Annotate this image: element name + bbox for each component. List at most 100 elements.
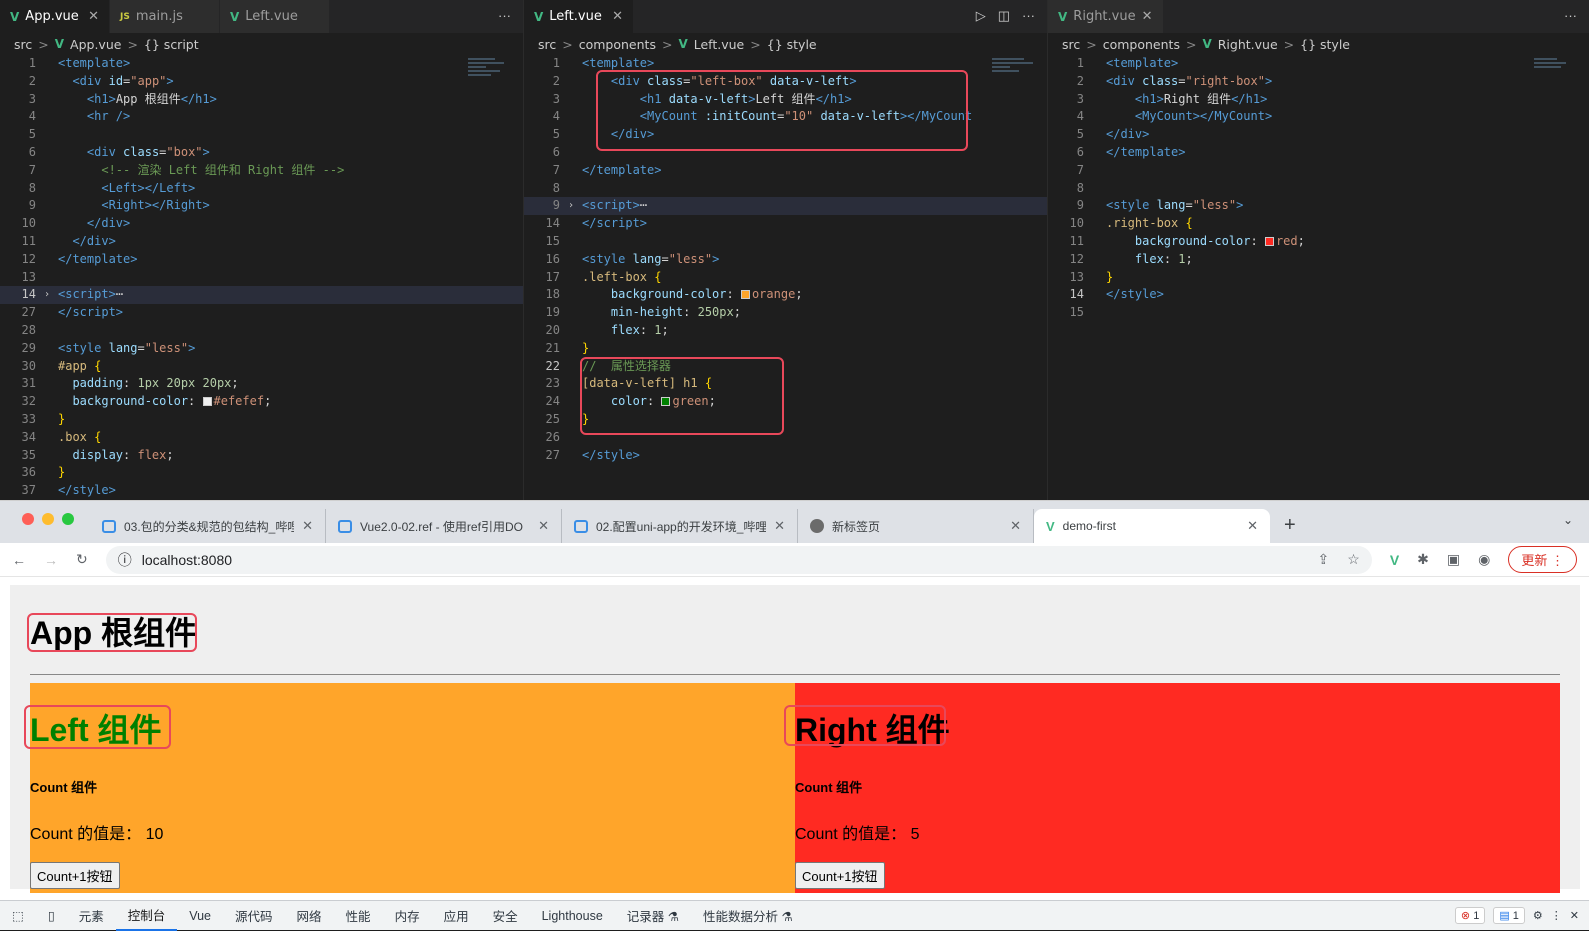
breadcrumb-item[interactable]: Right.vue [1218, 37, 1278, 52]
breadcrumb-item[interactable]: src [14, 37, 32, 52]
breadcrumb-item[interactable]: {} style [767, 37, 817, 52]
bilibili-icon [102, 519, 116, 533]
settings-gear-icon[interactable]: ⚙ [1533, 909, 1543, 922]
devtools-tab[interactable]: 性能数据分析 ⚗ [691, 901, 805, 931]
breadcrumb-item[interactable]: Left.vue [694, 37, 745, 52]
browser-tab[interactable]: Vue2.0-02.ref - 使用ref引用DO ✕ [326, 509, 562, 543]
devtools-tab[interactable]: Lighthouse [530, 901, 615, 931]
extensions-puzzle-icon[interactable]: ✱ [1417, 551, 1429, 568]
minimap[interactable] [992, 56, 1037, 106]
count-increment-button[interactable]: Count+1按钮 [30, 862, 120, 889]
tab-right-vue[interactable]: V Right.vue ✕ [1048, 0, 1164, 33]
browser-tab-title: Vue2.0-02.ref - 使用ref引用DO [360, 519, 523, 534]
browser-tab[interactable]: 03.包的分类&规范的包结构_哔哩 ✕ [90, 509, 326, 543]
close-icon[interactable]: ✕ [302, 518, 313, 534]
update-label: 更新 [1521, 553, 1548, 568]
bookmark-star-icon[interactable]: ☆ [1347, 551, 1360, 568]
divider [30, 674, 1560, 675]
devtools-tab[interactable]: 源代码 [223, 901, 285, 931]
chevron-down-icon[interactable]: ⌄ [1563, 513, 1573, 527]
browser-tab-active[interactable]: V demo-first ✕ [1034, 509, 1270, 543]
device-toolbar-icon[interactable]: ▯ [36, 901, 67, 931]
minimap[interactable] [468, 56, 513, 106]
vue-file-icon: V [678, 37, 688, 51]
devtools-tab[interactable]: 内存 [383, 901, 432, 931]
forward-icon[interactable]: → [44, 552, 58, 568]
devtools-tab[interactable]: 安全 [481, 901, 530, 931]
breadcrumb-item[interactable]: components [1103, 37, 1180, 52]
devtools-tab[interactable]: 性能 [334, 901, 383, 931]
tab-main-js[interactable]: JS main.js [110, 0, 220, 33]
close-icon[interactable]: ✕ [538, 518, 549, 534]
browser-tab[interactable]: 02.配置uni-app的开发环境_哔哩 ✕ [562, 509, 798, 543]
new-tab-icon[interactable]: + [1284, 514, 1296, 537]
split-editor-icon[interactable]: ◫ [998, 8, 1010, 24]
tab-label: Left.vue [549, 9, 602, 24]
count-value-text: Count 的值是： 5 [795, 826, 920, 843]
count-increment-button[interactable]: Count+1按钮 [795, 862, 885, 889]
close-icon[interactable]: ✕ [1142, 9, 1153, 24]
profile-avatar-icon[interactable]: ◉ [1478, 551, 1490, 568]
close-window-button[interactable] [22, 513, 34, 525]
editor-pane-right: V Right.vue ✕ ··· src > components > V Rig… [1048, 0, 1589, 500]
browser-tab-title: demo-first [1062, 519, 1117, 533]
close-devtools-icon[interactable]: ✕ [1570, 909, 1579, 922]
devtools-tab[interactable]: 应用 [432, 901, 481, 931]
minimize-window-button[interactable] [42, 513, 54, 525]
tab-left-vue[interactable]: V Left.vue ✕ [524, 0, 634, 33]
back-icon[interactable]: ← [12, 552, 26, 568]
address-bar[interactable]: ⓘ localhost:8080 ⇪ ☆ [105, 545, 1372, 574]
devtools-tab-active[interactable]: 控制台 [115, 901, 178, 931]
js-file-icon: JS [120, 11, 130, 22]
minimap[interactable] [1534, 56, 1579, 106]
message-icon: ▤ [1499, 910, 1510, 922]
vue-devtools-extension-icon[interactable]: V [1390, 552, 1399, 568]
vue-file-icon: V [534, 9, 544, 24]
info-icon: ⓘ [117, 551, 132, 568]
tab-label: App.vue [25, 9, 79, 24]
inspect-element-icon[interactable]: ⬚ [0, 901, 36, 931]
close-icon[interactable]: ✕ [612, 9, 623, 24]
update-button[interactable]: 更新 ⋮ [1508, 546, 1577, 573]
editor-area: V App.vue ✕ JS main.js V Left.vue ··· sr… [0, 0, 1589, 500]
devtools-tab[interactable]: 元素 [67, 901, 116, 931]
editor-pane-left: V Left.vue ✕ ▷ ◫ ··· src > components > V … [524, 0, 1048, 500]
zoom-window-button[interactable] [62, 513, 74, 525]
breadcrumb-item[interactable]: {} script [144, 37, 199, 52]
side-panel-icon[interactable]: ▣ [1447, 551, 1460, 568]
breadcrumb: src > V App.vue > {} script [14, 36, 199, 52]
browser-tab-title: 03.包的分类&规范的包结构_哔哩 [124, 519, 295, 534]
breadcrumb-item[interactable]: {} style [1300, 37, 1350, 52]
close-icon[interactable]: ✕ [88, 9, 99, 24]
close-icon[interactable]: ✕ [774, 518, 785, 534]
close-icon[interactable]: ✕ [1010, 518, 1021, 534]
close-icon[interactable]: ✕ [1247, 518, 1258, 534]
code-editor[interactable]: 1 <template> 2 <div class="left-box" data… [524, 55, 1047, 464]
more-actions-icon[interactable]: ··· [498, 8, 511, 23]
tab-left-vue[interactable]: V Left.vue [220, 0, 330, 33]
code-editor[interactable]: 1 <template> 2 <div id="app"> 3 <h1>App 根… [0, 55, 523, 500]
more-actions-icon[interactable]: ··· [1564, 8, 1577, 23]
reload-icon[interactable]: ↻ [76, 551, 88, 568]
more-actions-icon[interactable]: ··· [1022, 8, 1035, 24]
app-title: App 根组件 [30, 615, 198, 651]
breadcrumb-item[interactable]: components [579, 37, 656, 52]
tab-app-vue[interactable]: V App.vue ✕ [0, 0, 110, 33]
message-count-badge[interactable]: ▤ 1 [1493, 907, 1525, 924]
share-icon[interactable]: ⇪ [1318, 551, 1330, 568]
browser-tab[interactable]: 新标签页 ✕ [798, 509, 1034, 543]
window-controls [22, 513, 74, 525]
breadcrumb-item[interactable]: src [1062, 37, 1080, 52]
bilibili-icon [338, 519, 352, 533]
right-title: Right 组件 [795, 712, 950, 748]
devtools-tab[interactable]: 网络 [285, 901, 334, 931]
devtools-tab[interactable]: Vue [177, 901, 223, 931]
code-editor[interactable]: 1 <template> 2 <div class="right-box"> 3 <… [1048, 55, 1589, 322]
more-options-icon[interactable]: ⋮ [1551, 909, 1562, 922]
breadcrumb-item[interactable]: src [538, 37, 556, 52]
breadcrumb-item[interactable]: App.vue [70, 37, 121, 52]
devtools-tab[interactable]: 记录器 ⚗ [615, 901, 691, 931]
run-icon[interactable]: ▷ [976, 8, 986, 24]
browser-tab-title: 02.配置uni-app的开发环境_哔哩 [596, 519, 767, 534]
error-count-badge[interactable]: ⊗ 1 [1454, 907, 1486, 924]
